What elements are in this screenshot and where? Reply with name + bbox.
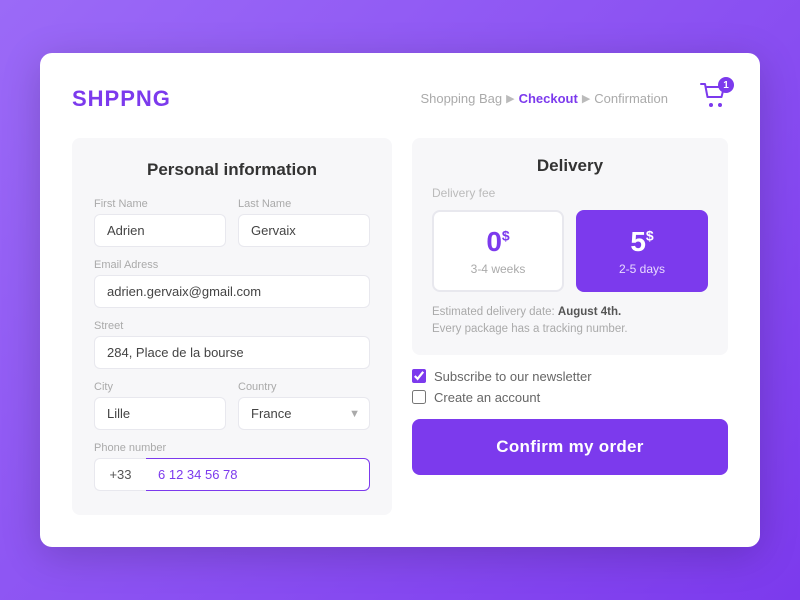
street-input[interactable]	[94, 336, 370, 369]
logo: SHPPNG	[72, 86, 171, 112]
breadcrumb: Shopping Bag ▶ Checkout ▶ Confirmation	[420, 91, 668, 106]
breadcrumb-step2: Checkout	[519, 91, 578, 106]
city-country-row: City Country France Germany UK Spain Ita…	[94, 381, 370, 430]
checkbox-group: Subscribe to our newsletter Create an ac…	[412, 369, 728, 405]
estimated-note-prefix: Estimated delivery date:	[432, 306, 558, 318]
last-name-group: Last Name	[238, 198, 370, 247]
country-group: Country France Germany UK Spain Italy ▼	[238, 381, 370, 430]
personal-info-panel: Personal information First Name Last Nam…	[72, 138, 392, 515]
last-name-input[interactable]	[238, 214, 370, 247]
delivery-option-free[interactable]: 0$ 3-4 weeks	[432, 210, 564, 292]
estimated-date: August 4th.	[558, 306, 621, 318]
phone-group: Phone number +33	[94, 442, 370, 491]
newsletter-checkbox[interactable]	[412, 369, 426, 383]
phone-label: Phone number	[94, 442, 370, 454]
street-label: Street	[94, 320, 370, 332]
newsletter-label: Subscribe to our newsletter	[434, 369, 592, 384]
checkout-card: SHPPNG Shopping Bag ▶ Checkout ▶ Confirm…	[40, 53, 760, 547]
delivery-fast-price: 5$	[588, 226, 696, 258]
first-name-input[interactable]	[94, 214, 226, 247]
header: SHPPNG Shopping Bag ▶ Checkout ▶ Confirm…	[72, 83, 728, 114]
email-input[interactable]	[94, 275, 370, 308]
estimated-note-suffix: Every package has a tracking number.	[432, 323, 628, 335]
phone-input[interactable]	[146, 458, 370, 491]
personal-info-title: Personal information	[94, 160, 370, 180]
delivery-title: Delivery	[432, 156, 708, 176]
breadcrumb-step3: Confirmation	[594, 91, 668, 106]
delivery-panel: Delivery Delivery fee 0$ 3-4 weeks 5$ 2-…	[412, 138, 728, 355]
right-panel: Delivery Delivery fee 0$ 3-4 weeks 5$ 2-…	[412, 138, 728, 515]
phone-prefix: +33	[94, 458, 146, 491]
breadcrumb-sep2: ▶	[582, 92, 590, 105]
first-name-group: First Name	[94, 198, 226, 247]
country-select[interactable]: France Germany UK Spain Italy	[238, 397, 370, 430]
newsletter-checkbox-item[interactable]: Subscribe to our newsletter	[412, 369, 728, 384]
delivery-option-fast[interactable]: 5$ 2-5 days	[576, 210, 708, 292]
country-select-wrap: France Germany UK Spain Italy ▼	[238, 397, 370, 430]
delivery-free-price: 0$	[444, 226, 552, 258]
street-group: Street	[94, 320, 370, 369]
delivery-fee-label: Delivery fee	[432, 186, 708, 200]
delivery-note: Estimated delivery date: August 4th. Eve…	[432, 304, 708, 339]
city-group: City	[94, 381, 226, 430]
email-label: Email Adress	[94, 259, 370, 271]
delivery-free-days: 3-4 weeks	[444, 262, 552, 276]
city-input[interactable]	[94, 397, 226, 430]
delivery-fast-days: 2-5 days	[588, 262, 696, 276]
phone-row: +33	[94, 458, 370, 491]
create-account-checkbox-item[interactable]: Create an account	[412, 390, 728, 405]
city-label: City	[94, 381, 226, 393]
cart-badge: 1	[718, 77, 734, 93]
create-account-checkbox[interactable]	[412, 390, 426, 404]
delivery-options: 0$ 3-4 weeks 5$ 2-5 days	[432, 210, 708, 292]
name-row: First Name Last Name	[94, 198, 370, 247]
breadcrumb-sep1: ▶	[506, 92, 514, 105]
country-label: Country	[238, 381, 370, 393]
create-account-label: Create an account	[434, 390, 540, 405]
breadcrumb-step1: Shopping Bag	[420, 91, 502, 106]
email-group: Email Adress	[94, 259, 370, 308]
confirm-order-button[interactable]: Confirm my order	[412, 419, 728, 475]
last-name-label: Last Name	[238, 198, 370, 210]
main-content: Personal information First Name Last Nam…	[72, 138, 728, 515]
first-name-label: First Name	[94, 198, 226, 210]
cart-button[interactable]: 1	[700, 83, 728, 114]
